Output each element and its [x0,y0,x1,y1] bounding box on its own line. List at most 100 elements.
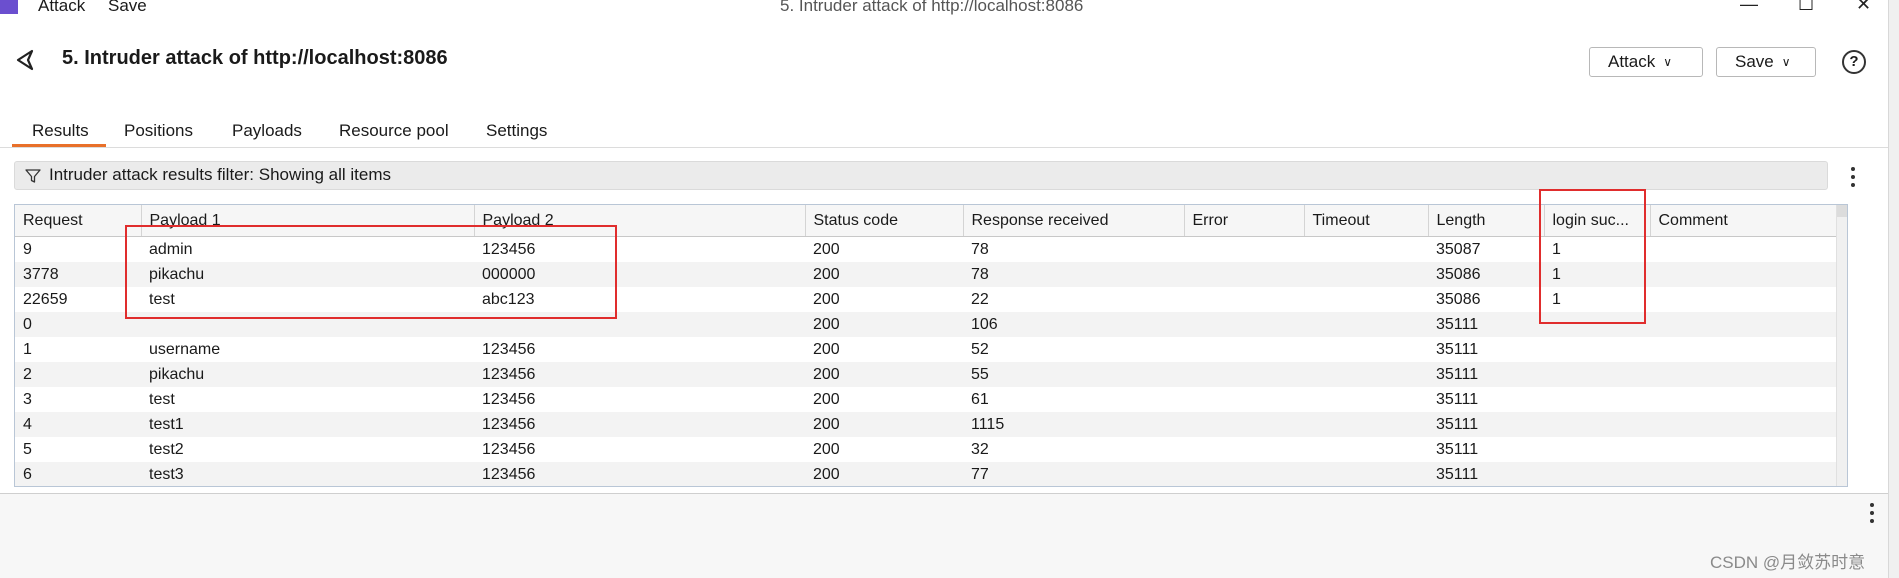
table-cell: 35086 [1436,290,1481,308]
table-cell: test1 [141,412,474,437]
table-row[interactable]: 2 pikachu 123456 200 55 35111 [15,362,1847,387]
table-cell: 78 [971,240,989,258]
table-cell [1650,237,1847,263]
table-cell [1184,337,1304,362]
table-cell [1184,412,1304,437]
tab-resource-pool[interactable]: Resource pool [339,121,449,141]
table-cell: 200 [805,362,963,387]
table-cell: 106 [963,312,1184,337]
table-cell: pikachu [141,262,474,287]
table-cell: 200 [813,240,840,258]
table-cell: 35111 [1428,312,1544,337]
table-header-row: Request Payload 1 Payload 2 Status code … [15,205,1847,237]
table-cell [1184,387,1304,412]
table-cell: 35111 [1428,462,1544,486]
table-row[interactable]: 3778 pikachu 000000 200 78 35086 1 [15,262,1847,287]
table-cell: 35086 [1428,262,1544,287]
table-cell: test [149,290,175,308]
window-titlebar: Attack Save 5. Intruder attack of http:/… [0,0,1899,22]
column-header-payload-1[interactable]: Payload 1 [141,205,475,237]
funnel-icon [25,169,41,183]
save-dropdown-button[interactable]: Save ∨ [1716,47,1816,77]
table-cell: 1115 [963,412,1184,437]
table-cell: 78 [963,262,1184,287]
back-arrow-icon[interactable] [12,47,38,73]
tab-payloads[interactable]: Payloads [232,121,302,141]
table-cell [1184,312,1304,337]
table-cell: 4 [15,412,141,437]
tab-results[interactable]: Results [32,121,89,141]
table-cell: 22659 [23,290,68,308]
column-header-login-success[interactable]: login suc... [1544,205,1651,237]
table-row[interactable]: 0 200 106 35111 [15,312,1847,337]
table-cell [1304,312,1428,337]
column-header-error[interactable]: Error [1184,205,1305,237]
table-cell: test3 [141,462,474,486]
table-cell [1650,287,1847,312]
help-circle-icon[interactable]: ? [1842,50,1866,74]
column-header-length[interactable]: Length [1428,205,1545,237]
column-header-comment[interactable]: Comment [1650,205,1847,237]
table-cell: 32 [971,440,989,458]
table-cell: pikachu [141,362,474,387]
table-cell: 35111 [1428,412,1544,437]
table-row[interactable]: 9 admin 123456 200 78 35087 1 [15,237,1847,263]
table-cell: 1 [1552,290,1561,308]
table-cell [1650,312,1847,337]
table-row[interactable]: 4 test1 123456 200 1115 35111 [15,412,1847,437]
column-header-payload-2[interactable]: Payload 2 [474,205,806,237]
table-row[interactable]: 22659 test abc123 200 22 35086 1 [15,287,1847,312]
table-cell: 52 [971,340,989,358]
table-cell: test [149,390,175,408]
tab-positions[interactable]: Positions [124,121,193,141]
table-cell [1650,412,1847,437]
page-title: 5. Intruder attack of http://localhost:8… [62,47,448,69]
column-header-status-code[interactable]: Status code [805,205,964,237]
table-cell: 000000 [474,262,805,287]
table-cell: 200 [805,462,963,486]
column-header-response-received[interactable]: Response received [963,205,1185,237]
table-cell: 61 [971,390,989,408]
menu-attack[interactable]: Attack [38,0,85,16]
pane-more-icon[interactable] [1870,503,1876,527]
table-cell: 200 [813,440,840,458]
table-cell: abc123 [482,290,535,308]
table-cell [1650,337,1847,362]
table-cell: 2 [15,362,141,387]
menu-save[interactable]: Save [108,0,147,16]
table-scrollbar[interactable] [1836,205,1847,486]
table-cell: 123456 [474,362,805,387]
table-cell: 200 [813,290,840,308]
table-cell [1650,262,1847,287]
table-cell [1304,287,1428,312]
table-cell [1650,437,1847,462]
table-cell [1544,462,1650,486]
table-cell: 0 [15,312,141,337]
table-cell [1544,337,1650,362]
table-cell [1544,362,1650,387]
table-cell: 123456 [482,240,536,258]
attack-button-label: Attack [1608,52,1656,71]
table-cell [1304,337,1428,362]
attack-dropdown-button[interactable]: Attack ∨ [1589,47,1703,77]
table-cell: 35111 [1436,340,1479,358]
results-filter-bar[interactable]: Intruder attack results filter: Showing … [14,161,1828,190]
tab-settings[interactable]: Settings [486,121,547,141]
table-row[interactable]: 3 test 123456 200 61 35111 [15,387,1847,412]
column-header-timeout[interactable]: Timeout [1304,205,1429,237]
table-row[interactable]: 6 test3 123456 200 77 35111 [15,462,1847,486]
close-icon[interactable]: ✕ [1856,0,1871,15]
scroll-up-arrow[interactable] [1837,205,1847,217]
table-cell: 123456 [474,412,805,437]
column-header-request[interactable]: Request [15,205,142,237]
filter-more-icon[interactable] [1851,167,1857,191]
table-cell: 35111 [1428,362,1544,387]
maximize-icon[interactable]: ☐ [1798,0,1814,15]
minimize-icon[interactable]: — [1740,0,1758,15]
table-cell: 77 [963,462,1184,486]
table-row[interactable]: 1 username 123456 200 52 35111 [15,337,1847,362]
table-cell [1544,437,1650,462]
table-cell: 200 [813,340,840,358]
results-table[interactable]: Request Payload 1 Payload 2 Status code … [14,204,1848,487]
table-row[interactable]: 5 test2 123456 200 32 35111 [15,437,1847,462]
